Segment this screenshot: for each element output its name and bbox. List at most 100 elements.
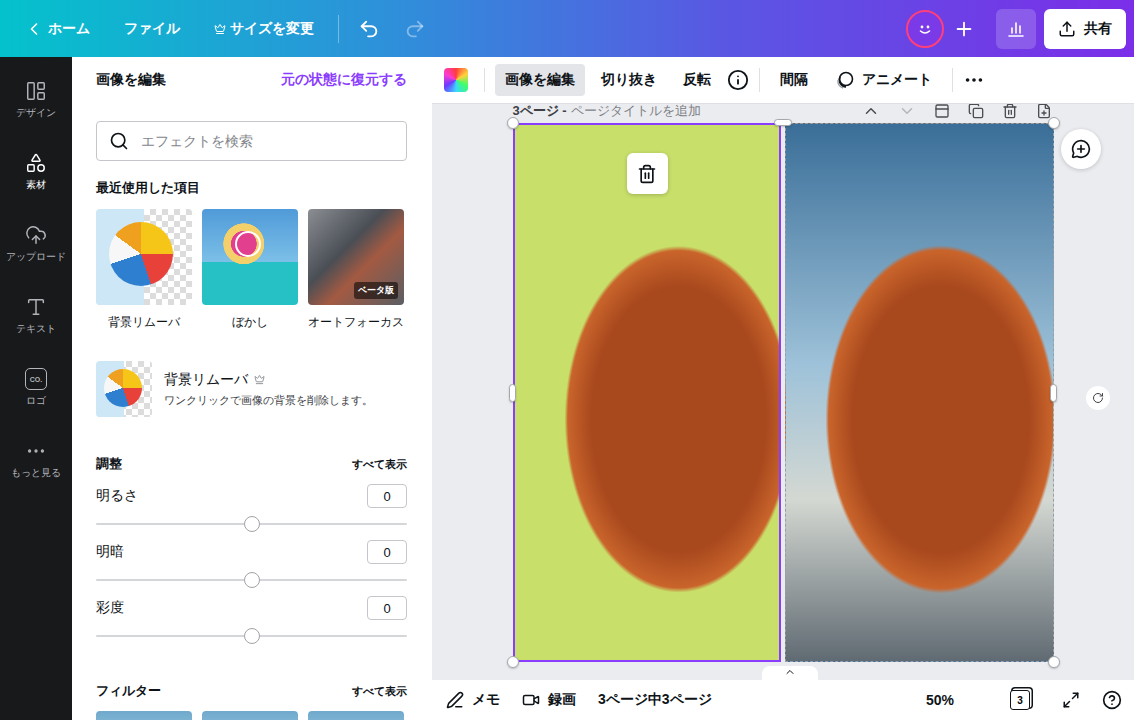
- background-remover-row[interactable]: 背景リムーバワンクリックで画像の背景を削除します。: [96, 361, 407, 417]
- redo-button[interactable]: [395, 9, 435, 49]
- undo-button[interactable]: [349, 9, 389, 49]
- slider-track[interactable]: [96, 628, 407, 644]
- notes-button[interactable]: メモ: [446, 691, 500, 709]
- analytics-button[interactable]: [996, 9, 1036, 49]
- add-page-button[interactable]: [1036, 104, 1052, 119]
- move-up-button[interactable]: [862, 104, 880, 120]
- page-title-input[interactable]: ページタイトルを追加: [571, 104, 701, 120]
- panel-header: 画像を編集元の状態に復元する: [96, 57, 407, 103]
- help-button[interactable]: [1102, 690, 1122, 710]
- edit-image-panel: 画像を編集元の状態に復元する最近使用した項目背景リムーバぼかしベータ版オートフォ…: [72, 57, 432, 720]
- share-button[interactable]: 共有: [1044, 9, 1126, 49]
- slider-knob[interactable]: [244, 572, 260, 588]
- record-button[interactable]: 録画: [522, 691, 576, 709]
- user-avatar[interactable]: [906, 10, 944, 48]
- resize-handle[interactable]: [1048, 656, 1060, 668]
- toolbar-button[interactable]: 画像を編集: [495, 64, 585, 96]
- slider-knob[interactable]: [244, 516, 260, 532]
- adjust-header: 調整すべて表示: [96, 454, 407, 474]
- add-page-icon: [1036, 104, 1052, 119]
- spacing-button[interactable]: 間隔: [770, 64, 818, 96]
- slider-value[interactable]: 0: [367, 540, 407, 564]
- color-swatch[interactable]: [444, 68, 468, 92]
- info-icon: [727, 69, 749, 91]
- show-pages-tab[interactable]: [762, 666, 818, 680]
- add-comment-button[interactable]: [1061, 129, 1101, 169]
- effect-thumbnail: [202, 209, 298, 305]
- slider-track[interactable]: [96, 572, 407, 588]
- more-icon: [25, 440, 47, 462]
- recent-list: 背景リムーバぼかしベータ版オートフォーカス: [96, 209, 407, 331]
- delete-page-button[interactable]: [1002, 104, 1018, 119]
- rail-item[interactable]: もっと見る: [0, 424, 72, 496]
- slider-value[interactable]: 0: [367, 596, 407, 620]
- analytics-icon: [1006, 19, 1026, 39]
- rail-item[interactable]: 素材: [0, 136, 72, 208]
- design-icon: [25, 80, 47, 102]
- crown-icon: [214, 23, 226, 35]
- top-menu-item[interactable]: サイズを変更: [204, 12, 324, 46]
- page-count-button[interactable]: 3: [1010, 690, 1030, 710]
- text-icon: [25, 296, 47, 318]
- rail-item[interactable]: アップロード: [0, 208, 72, 280]
- info-button[interactable]: [727, 69, 749, 91]
- filter-thumbnail[interactable]: [202, 711, 298, 720]
- help-icon: [1102, 690, 1122, 710]
- page-icon: [934, 104, 950, 119]
- undo-icon: [358, 18, 380, 40]
- search-icon: [109, 131, 129, 151]
- rail-item[interactable]: デザイン: [0, 64, 72, 136]
- hide-page-button[interactable]: [934, 104, 950, 119]
- resize-handle[interactable]: [509, 384, 516, 402]
- more-button[interactable]: [963, 69, 985, 91]
- reset-link[interactable]: 元の状態に復元する: [281, 71, 407, 89]
- show-all-button[interactable]: すべて表示: [352, 457, 407, 472]
- filter-thumbnail[interactable]: [308, 711, 404, 720]
- filter-thumbnail[interactable]: [96, 711, 192, 720]
- top-menu-item[interactable]: ファイル: [114, 12, 190, 46]
- expand-icon: [1062, 691, 1080, 709]
- toolbar-button[interactable]: 切り抜き: [591, 64, 667, 96]
- recent-effect[interactable]: ぼかし: [202, 209, 298, 331]
- top-divider: [338, 15, 339, 43]
- resize-handle[interactable]: [1050, 384, 1057, 402]
- filter-header: フィルターすべて表示: [96, 681, 407, 701]
- trash-icon: [1002, 104, 1018, 119]
- toolbar-button[interactable]: 反転: [673, 64, 721, 96]
- dog-photo[interactable]: [785, 123, 1054, 662]
- notes-icon: [446, 691, 464, 709]
- resize-handle[interactable]: [774, 119, 792, 126]
- resize-handle[interactable]: [507, 656, 519, 668]
- elements-icon: [25, 152, 47, 174]
- slider-knob[interactable]: [244, 628, 260, 644]
- fullscreen-button[interactable]: [1062, 691, 1080, 709]
- home-link[interactable]: ホーム: [14, 11, 100, 47]
- zoom-level[interactable]: 50%: [926, 692, 954, 708]
- recent-effect[interactable]: 背景リムーバ: [96, 209, 192, 331]
- rail-item[interactable]: テキスト: [0, 280, 72, 352]
- crown-icon: [254, 374, 265, 385]
- duplicate-page-button[interactable]: [968, 104, 984, 119]
- trash-icon: [637, 164, 657, 184]
- add-collaborator-button[interactable]: [944, 9, 984, 49]
- redo-icon: [404, 18, 426, 40]
- resize-handle[interactable]: [507, 117, 519, 129]
- resize-handle[interactable]: [1048, 117, 1060, 129]
- rail-item[interactable]: CO.ロゴ: [0, 352, 72, 424]
- chevron-down-icon: [898, 104, 916, 120]
- side-rail: デザイン素材アップロードテキストCO.ロゴもっと見る: [0, 57, 72, 720]
- dog-photo[interactable]: [513, 123, 781, 662]
- slider-track[interactable]: [96, 516, 407, 532]
- animate-button[interactable]: アニメート: [824, 64, 942, 96]
- editor-main: 画像を編集切り抜き反転間隔アニメート3ページ -ページタイトルを追加メモ録画3ペ…: [432, 57, 1134, 720]
- more-icon: [963, 69, 985, 91]
- show-all-button[interactable]: すべて表示: [352, 684, 407, 699]
- adjust-slider: 明暗0: [96, 540, 407, 588]
- search-input[interactable]: [139, 132, 394, 150]
- delete-element-button[interactable]: [627, 153, 668, 194]
- move-down-button[interactable]: [898, 104, 916, 120]
- slider-value[interactable]: 0: [367, 484, 407, 508]
- effect-search[interactable]: [96, 121, 407, 161]
- rotate-button[interactable]: [1086, 386, 1110, 410]
- recent-effect[interactable]: ベータ版オートフォーカス: [308, 209, 404, 331]
